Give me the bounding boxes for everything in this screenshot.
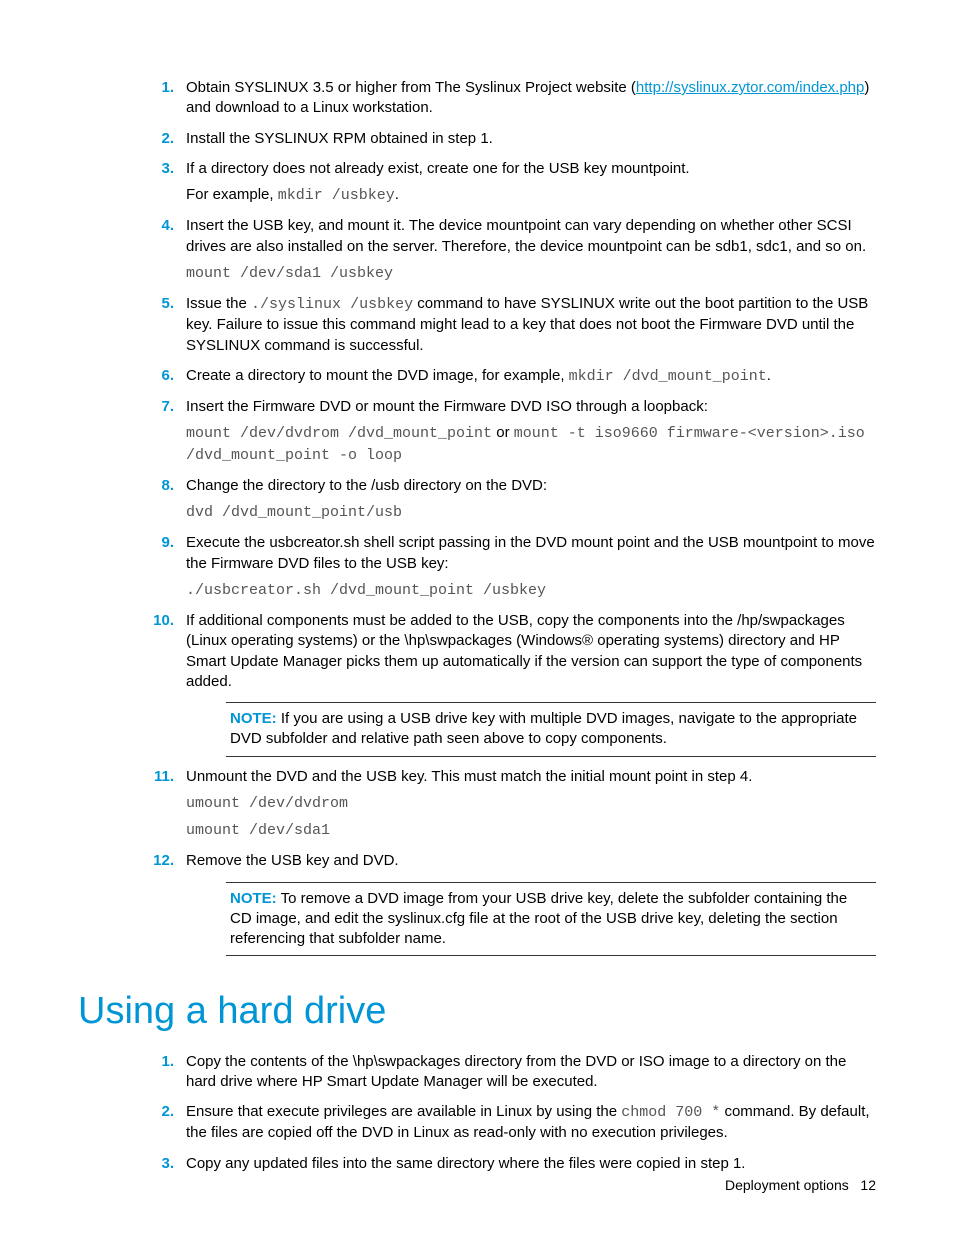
step-body: Unmount the DVD and the USB key. This mu… [186,767,876,787]
step-item: 10. If additional components must be adde… [148,611,876,757]
step-body: Ensure that execute privileges are avail… [186,1102,876,1144]
code-line: dvd /dvd_mount_point/usb [186,502,876,523]
step-body: Insert the USB key, and mount it. The de… [186,216,876,257]
step-item: 1. Obtain SYSLINUX 3.5 or higher from The… [148,78,876,119]
step-body: Copy any updated files into the same dir… [186,1154,876,1174]
step-number: 11. [148,767,174,787]
note-box: NOTE: To remove a DVD image from your US… [226,882,876,957]
footer-page: 12 [860,1177,876,1193]
step-number: 4. [148,216,174,236]
code-text: ./usbcreator.sh /dvd_mount_point /usbkey [186,582,546,599]
code-line: mount /dev/dvdrom /dvd_mount_point or mo… [186,423,876,466]
step-body: Obtain SYSLINUX 3.5 or higher from The S… [186,78,876,119]
step-item: 3. Copy any updated files into the same d… [148,1154,876,1174]
step-item: 3. If a directory does not already exist,… [148,159,876,207]
code-line: umount /dev/dvdrom [186,793,876,814]
inline-code: chmod 700 * [621,1104,720,1121]
note-label: NOTE: [230,710,277,727]
code-line: mount /dev/sda1 /usbkey [186,263,876,284]
step-number: 9. [148,533,174,553]
procedure-list-a: 1. Obtain SYSLINUX 3.5 or higher from The… [148,78,876,956]
step-body: Create a directory to mount the DVD imag… [186,366,876,387]
step-number: 7. [148,397,174,417]
step-number: 10. [148,611,174,631]
code-text: mount /dev/dvdrom /dvd_mount_point [186,425,492,442]
inline-code: ./syslinux /usbkey [251,296,413,313]
inline-code: mkdir /dvd_mount_point [569,368,767,385]
step-item: 2. Ensure that execute privileges are ava… [148,1102,876,1144]
hyperlink[interactable]: http://syslinux.zytor.com/index.php [636,79,864,96]
note-box: NOTE: If you are using a USB drive key w… [226,702,876,757]
step-number: 2. [148,1102,174,1122]
code-text: mkdir /usbkey [278,187,395,204]
note-body: To remove a DVD image from your USB driv… [230,890,847,948]
step-item: 1. Copy the contents of the \hp\swpackage… [148,1052,876,1093]
step-number: 1. [148,78,174,98]
step-number: 8. [148,476,174,496]
step-body: Copy the contents of the \hp\swpackages … [186,1052,876,1093]
step-body: If a directory does not already exist, c… [186,159,876,179]
step-body: Remove the USB key and DVD. [186,851,876,871]
step-body: Change the directory to the /usb directo… [186,476,876,496]
step-body: If additional components must be added t… [186,611,876,692]
step-item: 9. Execute the usbcreator.sh shell script… [148,533,876,601]
step-item: 6. Create a directory to mount the DVD im… [148,366,876,387]
step-item: 11. Unmount the DVD and the USB key. This… [148,767,876,842]
step-number: 1. [148,1052,174,1072]
code-text: umount /dev/sda1 [186,822,330,839]
code-text: mount /dev/sda1 /usbkey [186,265,393,282]
note-body: If you are using a USB drive key with mu… [230,710,857,747]
step-item: 7. Insert the Firmware DVD or mount the F… [148,397,876,466]
step-body: Execute the usbcreator.sh shell script p… [186,533,876,574]
footer-title: Deployment options [725,1177,849,1193]
procedure-list-b: 1. Copy the contents of the \hp\swpackage… [148,1052,876,1174]
step-number: 5. [148,294,174,314]
step-item: 12. Remove the USB key and DVD. NOTE: To r… [148,851,876,956]
code-line: ./usbcreator.sh /dvd_mount_point /usbkey [186,580,876,601]
code-text: dvd /dvd_mount_point/usb [186,504,402,521]
section-heading: Using a hard drive [78,986,876,1037]
code-line: umount /dev/sda1 [186,820,876,841]
page-footer: Deployment options 12 [725,1176,876,1195]
step-item: 5. Issue the ./syslinux /usbkey command t… [148,294,876,356]
code-text: umount /dev/dvdrom [186,795,348,812]
step-number: 6. [148,366,174,386]
step-item: 8. Change the directory to the /usb direc… [148,476,876,524]
step-body: Install the SYSLINUX RPM obtained in ste… [186,129,876,149]
step-number: 3. [148,159,174,179]
step-number: 2. [148,129,174,149]
step-body: Insert the Firmware DVD or mount the Fir… [186,397,876,417]
step-number: 12. [148,851,174,871]
note-label: NOTE: [230,890,277,907]
example-line: For example, mkdir /usbkey. [186,185,876,206]
step-item: 2. Install the SYSLINUX RPM obtained in s… [148,129,876,149]
step-number: 3. [148,1154,174,1174]
step-body: Issue the ./syslinux /usbkey command to … [186,294,876,356]
step-item: 4. Insert the USB key, and mount it. The … [148,216,876,284]
